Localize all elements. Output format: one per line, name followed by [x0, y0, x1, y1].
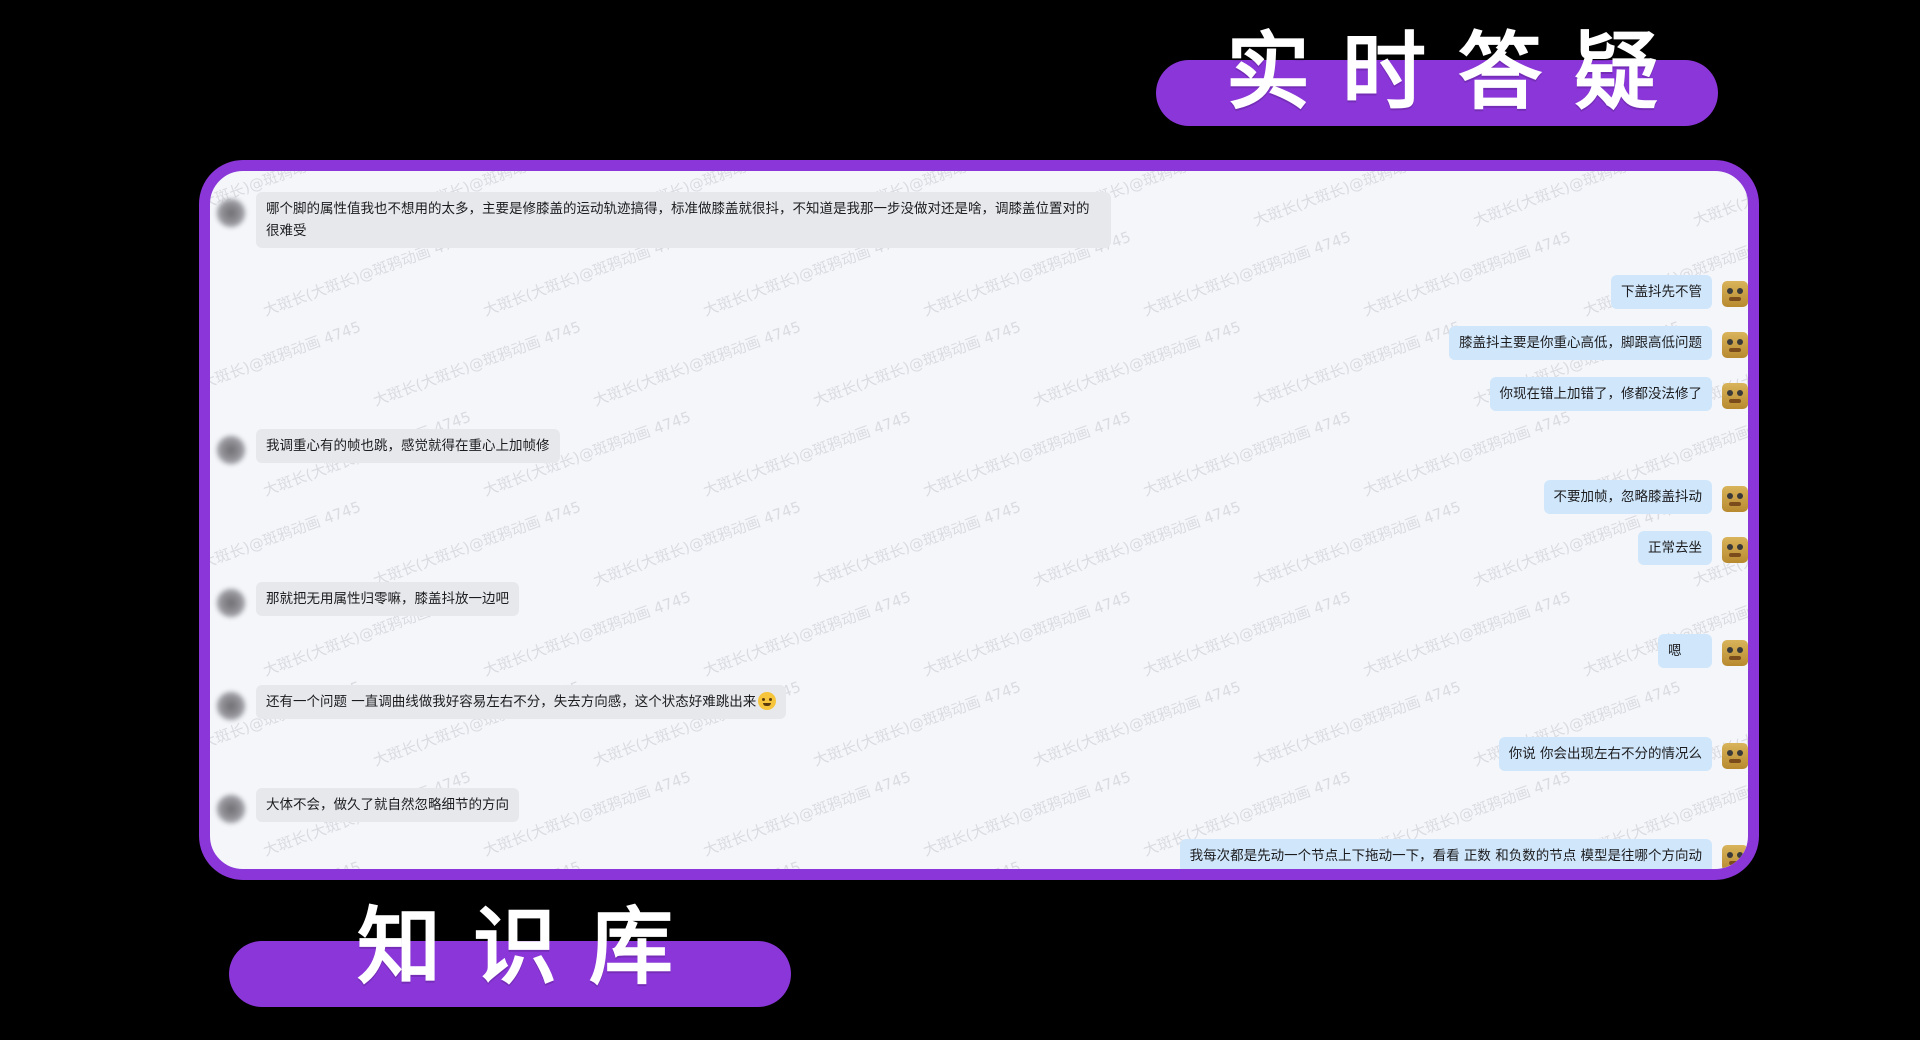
message-bubble[interactable]: 还有一个问题 一直调曲线做我好容易左右不分，失去方向感，这个状态好难跳出来: [256, 685, 787, 719]
message-row: 我调重心有的帧也跳，感觉就得在重心上加帧修: [216, 429, 560, 465]
watermark-text: 大斑长(大斑长)@斑鸦动画 4745: [590, 856, 804, 869]
watermark-text: 大斑长(大斑长)@斑鸦动画 4745: [700, 767, 914, 860]
message-row: 你说 你会出现左右不分的情况么: [1498, 737, 1748, 771]
watermark-text: 大斑长(大斑长)@斑鸦动画 4745: [1470, 171, 1684, 230]
avatar: [216, 794, 246, 824]
message-bubble[interactable]: 那就把无用属性归零嘛，膝盖抖放一边吧: [256, 582, 519, 616]
watermark-text: 大斑长(大斑长)@斑鸦动画 4745: [1030, 677, 1244, 770]
watermark-text: 大斑长(大斑长)@斑鸦动画 4745: [210, 497, 364, 590]
watermark-text: 大斑长(大斑长)@斑鸦动画 4745: [810, 677, 1024, 770]
message-row: 正常去坐: [1638, 531, 1748, 565]
watermark-text: 大斑长(大斑长)@斑鸦动画 4745: [1140, 587, 1354, 680]
watermark-text: 大斑长(大斑长)@斑鸦动画 4745: [370, 317, 584, 410]
watermark-text: 大斑长(大斑长)@斑鸦动画 4745: [1030, 317, 1244, 410]
avatar: [1722, 332, 1748, 358]
message-bubble[interactable]: 你现在错上加错了，修都没法修了: [1489, 377, 1712, 411]
avatar: [1722, 486, 1748, 512]
watermark-text: 大斑长(大斑长)@斑鸦动画 4745: [1140, 227, 1354, 320]
watermark-text: 大斑长(大斑长)@斑鸦动画 4745: [1360, 227, 1574, 320]
watermark-text: 大斑长(大斑长)@斑鸦动画 4745: [920, 587, 1134, 680]
watermark-text: 大斑长(大斑长)@斑鸦动画 4745: [370, 497, 584, 590]
watermark-text: 大斑长(大斑长)@斑鸦动画 4745: [810, 497, 1024, 590]
watermark-text: 大斑长(大斑长)@斑鸦动画 4745: [590, 317, 804, 410]
watermark-text: 大斑长(大斑长)@斑鸦动画 4745: [810, 856, 1024, 869]
watermark-text: 大斑长(大斑长)@斑鸦动画 4745: [920, 407, 1134, 500]
message-row: 嗯: [1658, 634, 1748, 668]
message-row: 我每次都是先动一个节点上下拖动一下，看看 正数 和负数的节点 模型是往哪个方向动: [1179, 839, 1748, 869]
message-row: 下盖抖先不管: [1611, 275, 1748, 309]
avatar: [216, 588, 246, 618]
message-row: 膝盖抖主要是你重心高低，脚跟高低问题: [1449, 326, 1748, 360]
watermark-text: 大斑长(大斑长)@斑鸦动画 4745: [1690, 171, 1748, 230]
watermark-text: 大斑长(大斑长)@斑鸦动画 4745: [1360, 407, 1574, 500]
watermark-text: 大斑长(大斑长)@斑鸦动画 4745: [1250, 497, 1464, 590]
screen: 实时答疑 大斑长(大斑长)@斑鸦动画 4745 大斑长(大斑长)@斑鸦动画 474…: [0, 0, 1920, 1040]
message-bubble[interactable]: 嗯: [1658, 634, 1712, 668]
watermark-text: 大斑长(大斑长)@斑鸦动画 4745: [1360, 587, 1574, 680]
avatar: [1722, 383, 1748, 409]
watermark-text: 大斑长(大斑长)@斑鸦动画 4745: [590, 497, 804, 590]
watermark-text: 大斑长(大斑长)@斑鸦动画 4745: [1030, 497, 1244, 590]
chat-area[interactable]: 大斑长(大斑长)@斑鸦动画 4745 大斑长(大斑长)@斑鸦动画 4745 大斑长(…: [210, 171, 1748, 869]
watermark-text: 大斑长(大斑长)@斑鸦动画 4745: [1250, 171, 1464, 230]
watermark-text: 大斑长(大斑长)@斑鸦动画 4745: [210, 317, 364, 410]
message-row: 还有一个问题 一直调曲线做我好容易左右不分，失去方向感，这个状态好难跳出来: [216, 685, 787, 721]
watermark-text: 大斑长(大斑长)@斑鸦动画 4745: [1140, 407, 1354, 500]
avatar: [216, 435, 246, 465]
message-row: 那就把无用属性归零嘛，膝盖抖放一边吧: [216, 582, 519, 618]
message-bubble[interactable]: 大体不会，做久了就自然忽略细节的方向: [256, 788, 519, 822]
message-bubble[interactable]: 我每次都是先动一个节点上下拖动一下，看看 正数 和负数的节点 模型是往哪个方向动: [1179, 839, 1712, 869]
avatar: [1722, 640, 1748, 666]
watermark-text: 大斑长(大斑长)@斑鸦动画 4745: [700, 407, 914, 500]
message-bubble[interactable]: 我调重心有的帧也跳，感觉就得在重心上加帧修: [256, 429, 560, 463]
chat-frame: 大斑长(大斑长)@斑鸦动画 4745 大斑长(大斑长)@斑鸦动画 4745 大斑长(…: [199, 160, 1759, 880]
watermark-text: 大斑长(大斑长)@斑鸦动画 4745: [1250, 317, 1464, 410]
message-bubble[interactable]: 你说 你会出现左右不分的情况么: [1498, 737, 1712, 771]
watermark-text: 大斑长(大斑长)@斑鸦动画 4745: [920, 767, 1134, 860]
message-row: 哪个脚的属性值我也不想用的太多，主要是修膝盖的运动轨迹搞得，标准做膝盖就很抖，不…: [216, 192, 1111, 248]
avatar: [216, 198, 246, 228]
message-bubble[interactable]: 不要加帧，忽略膝盖抖动: [1543, 480, 1712, 514]
watermark-text: 大斑长(大斑长)@斑鸦动画 4745: [1250, 677, 1464, 770]
message-row: 大体不会，做久了就自然忽略细节的方向: [216, 788, 519, 824]
avatar: [216, 691, 246, 721]
message-bubble[interactable]: 哪个脚的属性值我也不想用的太多，主要是修膝盖的运动轨迹搞得，标准做膝盖就很抖，不…: [256, 192, 1111, 248]
watermark-text: 大斑长(大斑长)@斑鸦动画 4745: [370, 856, 584, 869]
message-bubble[interactable]: 膝盖抖主要是你重心高低，脚跟高低问题: [1449, 326, 1712, 360]
avatar: [1722, 845, 1748, 869]
avatar: [1722, 281, 1748, 307]
message-text: 还有一个问题 一直调曲线做我好容易左右不分，失去方向感，这个状态好难跳出来: [266, 694, 757, 710]
smiling-face-icon: [758, 692, 777, 710]
watermark-text: 大斑长(大斑长)@斑鸦动画 4745: [810, 317, 1024, 410]
watermark-text: 大斑长(大斑长)@斑鸦动画 4745: [210, 856, 364, 869]
avatar: [1722, 537, 1748, 563]
watermark-text: 大斑长(大斑长)@斑鸦动画 4745: [700, 587, 914, 680]
message-bubble[interactable]: 下盖抖先不管: [1611, 275, 1712, 309]
message-row: 你现在错上加错了，修都没法修了: [1489, 377, 1748, 411]
title-knowledge-base: 知识库: [357, 898, 706, 996]
avatar: [1722, 743, 1748, 769]
message-bubble[interactable]: 正常去坐: [1638, 531, 1712, 565]
message-row: 不要加帧，忽略膝盖抖动: [1543, 480, 1748, 514]
title-realtime-qa: 实时答疑: [1226, 23, 1691, 121]
